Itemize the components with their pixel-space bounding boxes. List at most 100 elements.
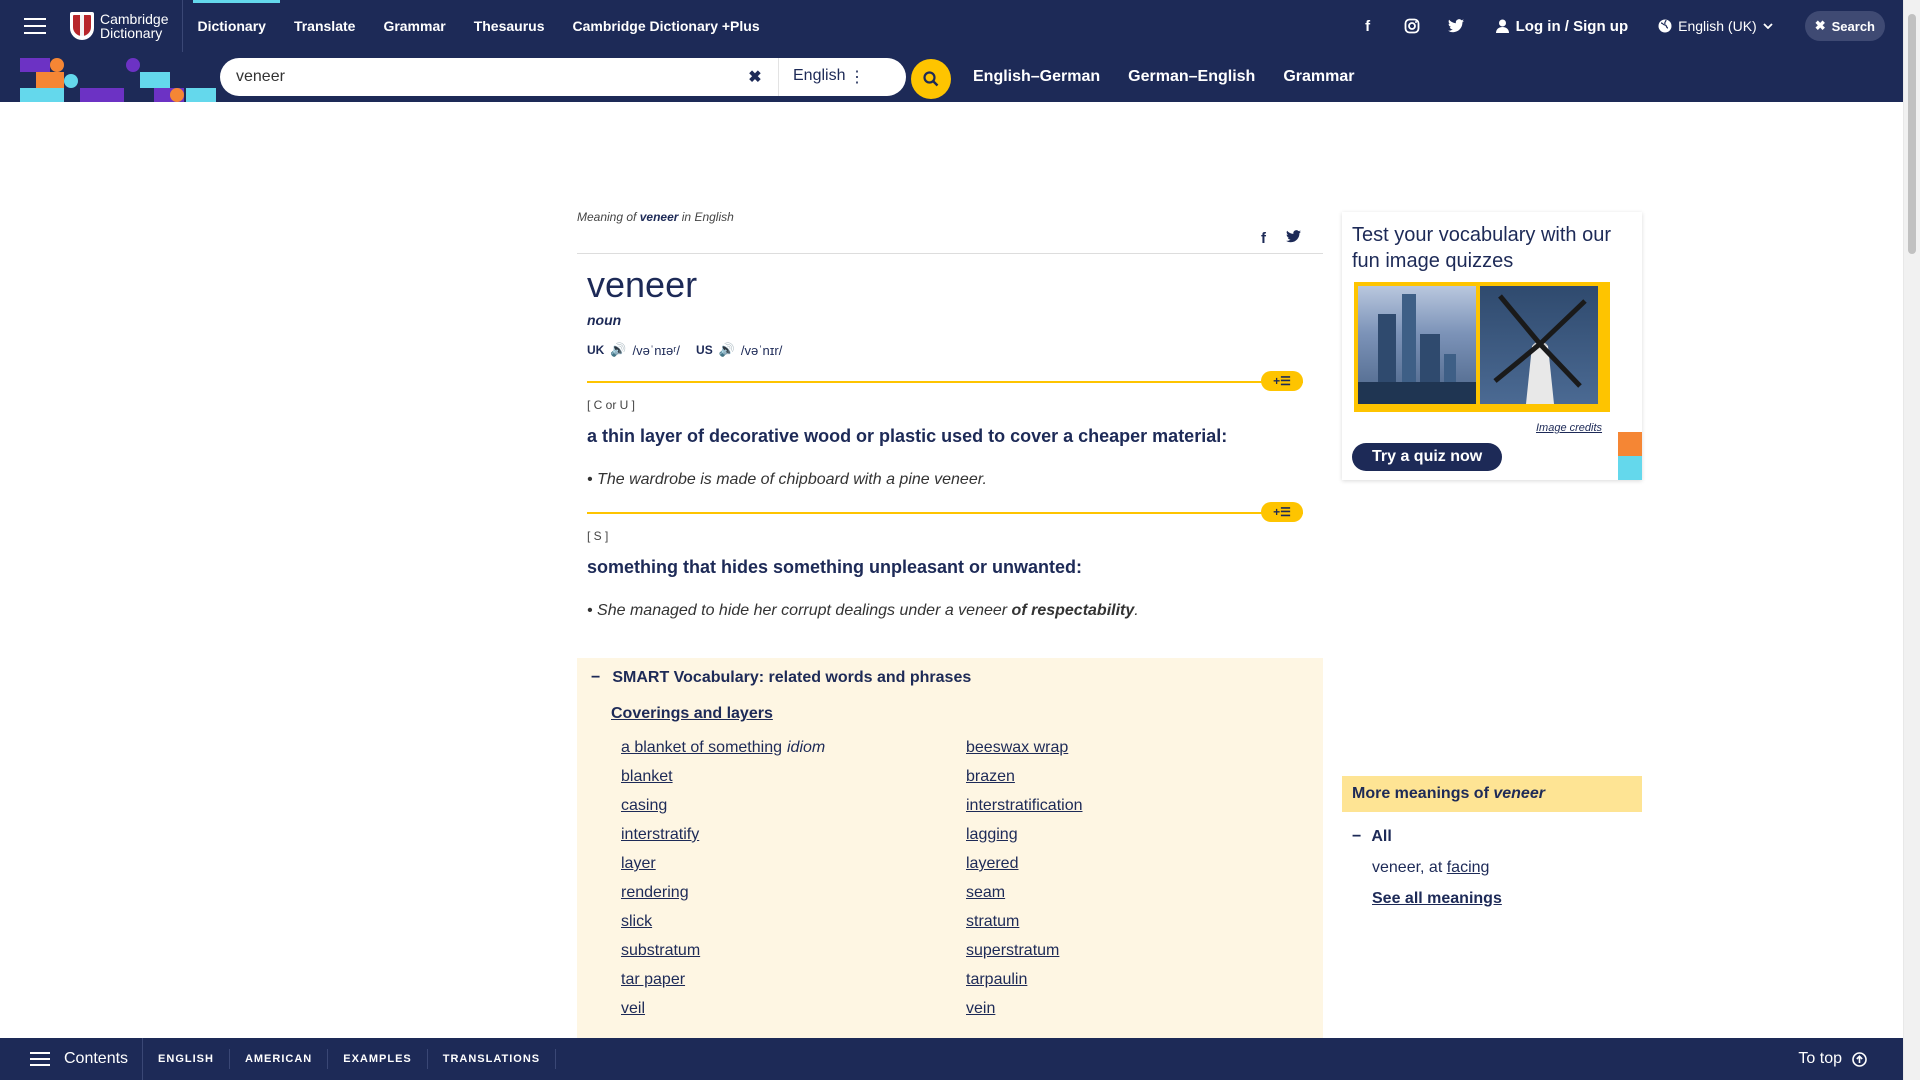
more-meanings-panel: More meanings of veneer − All veneer, at … xyxy=(1342,776,1642,908)
search-button[interactable] xyxy=(911,59,951,99)
headword: veneer xyxy=(587,264,698,305)
list-item: superstratum xyxy=(966,942,1060,959)
language-selector[interactable]: English (UK) xyxy=(1658,18,1773,34)
link-english-german[interactable]: English–German xyxy=(973,68,1100,86)
add-to-wordlist-button[interactable]: +☰ xyxy=(1261,502,1303,522)
share-row: f xyxy=(577,230,1323,254)
arrow-up-circle-icon xyxy=(1852,1051,1867,1067)
quiz-card: Test your vocabulary with our fun image … xyxy=(1342,212,1642,480)
decorative-block xyxy=(1618,456,1642,480)
link-german-english[interactable]: German–English xyxy=(1128,68,1255,86)
cambridge-logo[interactable]: Cambridge Dictionary xyxy=(70,0,184,52)
facing-link[interactable]: facing xyxy=(1447,859,1490,876)
list-item: stratum xyxy=(966,913,1020,930)
smart-category-link[interactable]: Coverings and layers xyxy=(611,705,1323,723)
user-icon xyxy=(1495,19,1509,33)
header-actions: f Log in / Sign up English (UK) ✖ Search xyxy=(1346,0,1903,52)
list-item: substratum xyxy=(621,942,701,959)
shield-icon xyxy=(70,12,94,40)
to-top-button[interactable]: To top xyxy=(1798,1050,1903,1068)
login-label: Log in / Sign up xyxy=(1515,17,1629,35)
decorative-block xyxy=(1618,432,1642,456)
clear-search-icon[interactable]: ✖ xyxy=(740,67,770,87)
see-all-meanings-link[interactable]: See all meanings xyxy=(1372,890,1642,908)
list-item: interstratification xyxy=(966,797,1083,814)
grammar-code: [ S ] xyxy=(587,529,609,543)
facebook-icon[interactable]: f xyxy=(1346,18,1390,35)
nav-dictionary[interactable]: Dictionary xyxy=(183,0,281,52)
list-item: casing xyxy=(621,797,668,814)
search-sublinks: English–German German–English Grammar xyxy=(973,52,1354,102)
collapse-icon: − xyxy=(591,669,601,686)
list-item: layered xyxy=(966,855,1019,872)
search-toggle-label: Search xyxy=(1831,18,1875,34)
search-icon xyxy=(923,71,939,87)
contents-button[interactable]: Contents xyxy=(0,1038,144,1080)
contents-label: Contents xyxy=(64,1050,129,1067)
logo-text-line2: Dictionary xyxy=(100,25,163,41)
add-to-wordlist-button[interactable]: +☰ xyxy=(1261,371,1303,391)
us-ipa: /vəˈnɪr/ xyxy=(740,342,783,358)
share-facebook-icon[interactable]: f xyxy=(1261,230,1266,253)
list-item: lagging xyxy=(966,826,1018,843)
example-sentence: • She managed to hide her corrupt dealin… xyxy=(587,602,1139,619)
list-item: interstratify xyxy=(621,826,700,843)
hamburger-icon xyxy=(30,1058,50,1060)
uk-ipa: /vəˈnɪəʳ/ xyxy=(632,342,681,358)
collapse-icon: − xyxy=(1352,828,1362,845)
quiz-title: Test your vocabulary with our fun image … xyxy=(1352,224,1612,272)
uk-label: UK xyxy=(587,343,605,357)
nav-translate[interactable]: Translate xyxy=(280,0,369,52)
link-grammar[interactable]: Grammar xyxy=(1283,68,1354,86)
more-meanings-heading: More meanings of veneer xyxy=(1342,776,1642,812)
windmill-image xyxy=(1480,286,1598,404)
menu-button[interactable] xyxy=(0,0,70,52)
dictionary-entry: Meaning of veneer in English f veneer no… xyxy=(577,210,1323,620)
smart-column-right: beeswax wrap brazen interstratification … xyxy=(966,733,1311,1023)
smart-vocabulary-panel: − SMART Vocabulary: related words and phr… xyxy=(577,658,1323,1058)
list-item: seam xyxy=(966,884,1006,901)
more-meaning-item: veneer, at facing xyxy=(1372,859,1490,876)
nav-grammar[interactable]: Grammar xyxy=(369,0,459,52)
bottom-link-american[interactable]: AMERICAN xyxy=(230,1049,329,1069)
bottom-link-english[interactable]: ENGLISH xyxy=(143,1049,230,1069)
image-credits-link[interactable]: Image credits xyxy=(1536,422,1602,434)
list-item: a blanket of something idiom xyxy=(621,739,826,756)
us-audio-icon[interactable]: 🔊 xyxy=(719,342,735,358)
list-item: layer xyxy=(621,855,656,872)
grammar-code: [ C or U ] xyxy=(587,398,636,412)
search-box: ✖ English ⋮ xyxy=(220,58,906,96)
search-input[interactable] xyxy=(220,68,740,86)
search-toggle-button[interactable]: ✖ Search xyxy=(1804,11,1885,41)
list-item: blanket xyxy=(621,768,673,785)
instagram-icon[interactable] xyxy=(1390,18,1434,34)
language-label: English (UK) xyxy=(1678,18,1757,34)
scrollbar-thumb[interactable] xyxy=(1908,14,1916,254)
source-language-label: English xyxy=(793,67,846,84)
part-of-speech: noun xyxy=(587,312,622,328)
smart-vocabulary-toggle[interactable]: − SMART Vocabulary: related words and phr… xyxy=(577,658,1323,687)
close-icon: ✖ xyxy=(1814,18,1826,33)
page-scrollbar[interactable] xyxy=(1903,0,1920,1080)
bottom-link-examples[interactable]: EXAMPLES xyxy=(328,1049,428,1069)
all-meanings-toggle[interactable]: − All xyxy=(1352,828,1642,846)
nav-thesaurus[interactable]: Thesaurus xyxy=(460,0,559,52)
globe-icon xyxy=(1658,19,1672,33)
smart-column-left: a blanket of something idiom blanket casi… xyxy=(621,733,966,1023)
nav-plus[interactable]: Cambridge Dictionary +Plus xyxy=(559,0,774,52)
share-twitter-icon[interactable] xyxy=(1286,230,1301,253)
twitter-icon[interactable] xyxy=(1434,19,1478,33)
quiz-images[interactable] xyxy=(1354,282,1610,412)
list-item: brazen xyxy=(966,768,1015,785)
uk-audio-icon[interactable]: 🔊 xyxy=(610,342,626,358)
try-quiz-button[interactable]: Try a quiz now xyxy=(1352,443,1503,471)
search-bar-row: ✖ English ⋮ English–German German–Englis… xyxy=(0,52,1903,102)
source-language-select[interactable]: English ⋮ xyxy=(787,67,871,87)
skyscrapers-image xyxy=(1358,286,1476,404)
breadcrumb-word: veneer xyxy=(639,210,679,224)
bottom-bar: Contents ENGLISH AMERICAN EXAMPLES TRANS… xyxy=(0,1038,1903,1080)
login-link[interactable]: Log in / Sign up xyxy=(1495,17,1629,35)
to-top-label: To top xyxy=(1798,1050,1842,1067)
bottom-link-translations[interactable]: TRANSLATIONS xyxy=(428,1049,557,1069)
us-label: US xyxy=(696,343,713,357)
